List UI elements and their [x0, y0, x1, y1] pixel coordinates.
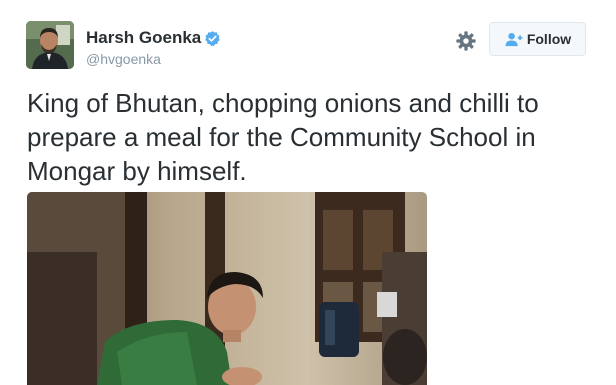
author-handle[interactable]: @hvgoenka — [86, 51, 161, 67]
tweet-photo[interactable] — [27, 192, 427, 385]
add-user-icon — [505, 32, 523, 46]
avatar-image — [26, 21, 74, 69]
tweet-photo-image — [27, 192, 427, 385]
author-name-text[interactable]: Harsh Goenka — [86, 28, 201, 48]
tweet-text: King of Bhutan, chopping onions and chil… — [27, 88, 539, 186]
gear-icon[interactable] — [455, 30, 477, 52]
verified-badge-icon — [205, 30, 221, 46]
avatar[interactable] — [26, 21, 74, 69]
author-name[interactable]: Harsh Goenka — [86, 28, 221, 48]
follow-button-label: Follow — [526, 31, 572, 47]
follow-button[interactable]: Follow — [489, 22, 586, 56]
